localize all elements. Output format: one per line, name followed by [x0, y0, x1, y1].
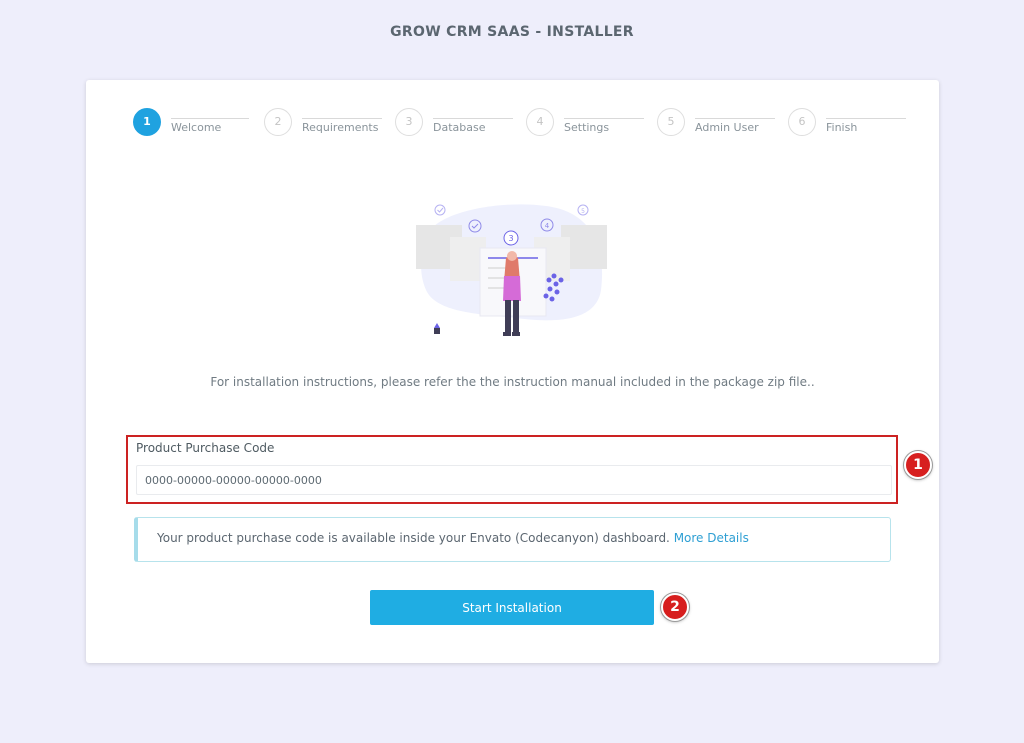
annotation-marker-2: 2 [661, 593, 689, 621]
step-label: Requirements [302, 121, 379, 134]
step-divider [171, 118, 249, 119]
svg-text:3: 3 [508, 234, 513, 243]
purchase-code-input[interactable] [136, 465, 892, 495]
svg-text:5: 5 [581, 208, 585, 215]
more-details-link[interactable]: More Details [674, 531, 749, 545]
step-number: 2 [264, 108, 292, 136]
step-divider [826, 118, 906, 119]
step-number: 1 [133, 108, 161, 136]
step-label: Database [433, 121, 486, 134]
step-label: Finish [826, 121, 858, 134]
annotation-marker-1: 1 [904, 451, 932, 479]
alert-text: Your product purchase code is available … [157, 531, 674, 545]
step-wizard: 1 Welcome 2 Requirements 3 Database 4 Se… [133, 108, 906, 138]
start-installation-button[interactable]: Start Installation [370, 590, 654, 625]
step-divider [564, 118, 644, 119]
step-label: Admin User [695, 121, 759, 134]
purchase-code-label: Product Purchase Code [136, 441, 275, 455]
info-alert: Your product purchase code is available … [134, 517, 891, 562]
small-pot [434, 328, 440, 334]
page-title: GROW CRM SAAS - INSTALLER [390, 24, 634, 40]
installation-instructions: For installation instructions, please re… [210, 375, 815, 389]
step-number: 6 [788, 108, 816, 136]
purchase-code-highlight: Product Purchase Code [126, 435, 898, 504]
step-label: Settings [564, 121, 610, 134]
step-divider [433, 118, 513, 119]
step-number: 5 [657, 108, 685, 136]
installer-illustration: 3 4 5 [416, 204, 607, 336]
step-label: Welcome [171, 121, 222, 134]
step-number: 4 [526, 108, 554, 136]
step-divider [695, 118, 775, 119]
person-figure [503, 251, 521, 336]
check-badge [434, 204, 446, 216]
svg-text:4: 4 [545, 222, 550, 230]
step-number: 3 [395, 108, 423, 136]
step-divider [302, 118, 382, 119]
installer-card: 1 Welcome 2 Requirements 3 Database 4 Se… [86, 80, 939, 663]
